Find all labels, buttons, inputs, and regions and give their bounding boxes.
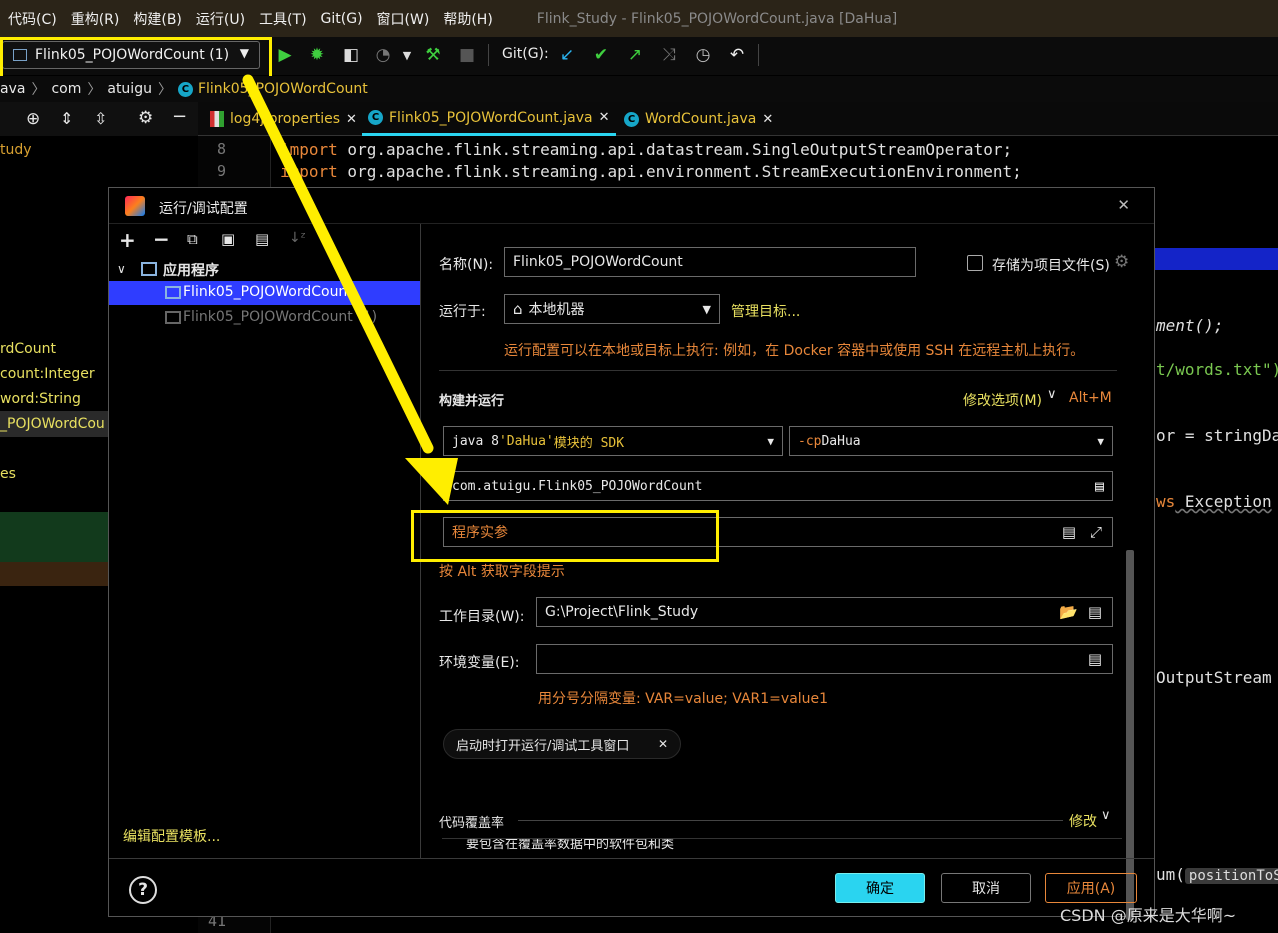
arrow-head [405,458,458,505]
annotation-arrow [242,74,458,505]
watermark: CSDN @原来是大华啊~ [1060,906,1237,925]
arrow-shaft [242,74,434,454]
